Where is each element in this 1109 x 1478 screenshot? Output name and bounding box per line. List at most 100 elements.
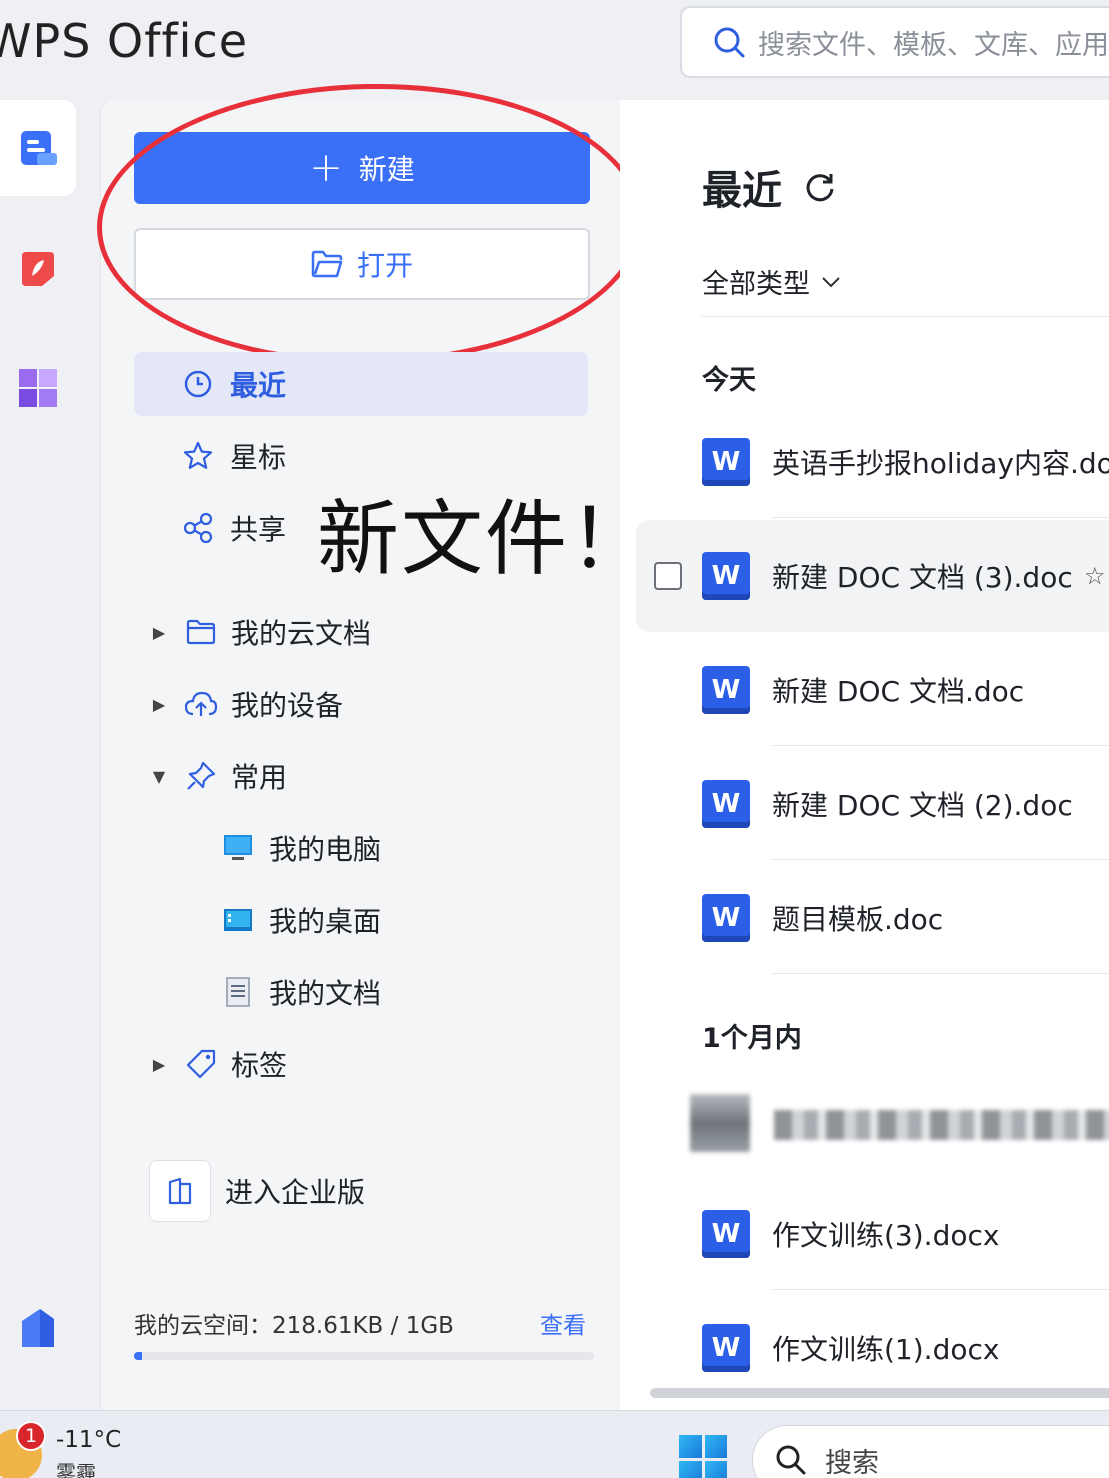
clock-icon: [180, 366, 216, 402]
word-file-icon: W: [702, 438, 750, 486]
word-file-icon: W: [702, 552, 750, 600]
taskbar-search-label: 搜索: [825, 1447, 879, 1478]
row-separator: [772, 859, 1109, 860]
row-separator: [772, 973, 1109, 974]
tag-icon: [183, 1046, 219, 1082]
word-file-icon: W: [702, 780, 750, 828]
tree-common[interactable]: ▼ 常用: [149, 746, 287, 806]
enterprise-label: 进入企业版: [225, 1176, 366, 1209]
common-my-desktop[interactable]: 我的桌面: [221, 890, 381, 950]
file-row[interactable]: W 新建 DOC 文档 (3).doc ☆: [636, 520, 1109, 632]
expand-arrow-icon[interactable]: ▶: [149, 1055, 169, 1074]
taskbar-search[interactable]: 搜索: [752, 1425, 1109, 1478]
temperature: -11°C: [56, 1427, 122, 1453]
cloud-drive-icon: [22, 1309, 54, 1347]
open-button[interactable]: 打开: [134, 228, 590, 300]
common-my-documents-label: 我的文档: [269, 977, 382, 1010]
new-button-label: 新建: [358, 153, 415, 186]
enterprise-entry[interactable]: 进入企业版: [149, 1160, 365, 1222]
pdf-app-icon: [22, 252, 54, 286]
file-name: 新建 DOC 文档 (3).doc: [772, 561, 1073, 594]
horizontal-scrollbar[interactable]: [650, 1388, 1109, 1398]
collapse-arrow-icon[interactable]: ▼: [149, 767, 169, 786]
chevron-down-icon: [822, 276, 840, 287]
file-row[interactable]: W 新建 DOC 文档.doc: [636, 634, 1109, 746]
expand-arrow-icon[interactable]: ▶: [149, 623, 169, 642]
storage-progress-fill: [134, 1352, 142, 1360]
nav-shared-label: 共享: [230, 513, 287, 546]
type-filter-dropdown[interactable]: 全部类型: [702, 262, 842, 301]
nav-starred-label: 星标: [230, 441, 287, 474]
blurred-file-row[interactable]: [690, 1094, 1109, 1160]
tree-cloud-docs-label: 我的云文档: [231, 617, 372, 650]
file-name: 作文训练(1).docx: [772, 1333, 1000, 1366]
common-my-desktop-label: 我的桌面: [269, 905, 382, 938]
main-panel: 最近 全部类型 今天 W 英语手抄报holiday内容.doc W 新建 DOC…: [620, 100, 1109, 1410]
word-file-icon: W: [702, 894, 750, 942]
blurred-file-name: [774, 1110, 1109, 1140]
apps-icon: [19, 369, 57, 407]
document-icon: [221, 975, 255, 1009]
search-input[interactable]: 搜索文件、模板、文库、应用: [680, 6, 1109, 78]
file-name: 新建 DOC 文档 (2).doc: [772, 789, 1073, 822]
file-row[interactable]: W 英语手抄报holiday内容.doc: [636, 406, 1109, 518]
word-file-icon: W: [702, 666, 750, 714]
tree-common-label: 常用: [231, 761, 288, 794]
storage-text: 我的云空间：218.61KB / 1GB: [134, 1313, 454, 1339]
file-row[interactable]: W 新建 DOC 文档 (2).doc: [636, 748, 1109, 860]
file-row[interactable]: W 题目模板.doc: [636, 862, 1109, 974]
divider: [702, 316, 1109, 317]
cloud-storage: 我的云空间：218.61KB / 1GB 查看: [134, 1306, 594, 1360]
folder-icon: [183, 614, 219, 650]
row-separator: [772, 1289, 1109, 1290]
row-checkbox[interactable]: [654, 562, 682, 590]
folder-open-icon: [311, 250, 343, 278]
refresh-icon[interactable]: [804, 171, 836, 203]
tree-devices[interactable]: ▶ 我的设备: [149, 674, 343, 734]
expand-arrow-icon[interactable]: ▶: [149, 695, 169, 714]
word-file-icon: W: [702, 1210, 750, 1258]
weather-condition: 雾霾: [56, 1461, 96, 1478]
rail-cloud[interactable]: [0, 1280, 76, 1376]
pin-icon: [183, 758, 219, 794]
file-name: 英语手抄报holiday内容.doc: [772, 447, 1109, 480]
search-placeholder: 搜索文件、模板、文库、应用: [758, 29, 1109, 61]
rail-docs[interactable]: [0, 100, 76, 196]
app-rail: [0, 100, 100, 1410]
storage-progress-bar: [134, 1352, 594, 1360]
enterprise-icon: [149, 1160, 211, 1222]
monitor-icon: [221, 831, 255, 865]
annotation-text: 新文件！: [317, 492, 654, 587]
plus-icon: +: [309, 145, 343, 191]
file-name: 题目模板.doc: [772, 903, 944, 936]
star-icon: [180, 438, 216, 474]
rail-pdf[interactable]: [0, 220, 76, 316]
common-my-computer[interactable]: 我的电脑: [221, 818, 381, 878]
tree-tags[interactable]: ▶ 标签: [149, 1034, 287, 1094]
star-icon[interactable]: ☆: [1084, 562, 1106, 590]
file-name: 新建 DOC 文档.doc: [772, 675, 1025, 708]
word-file-icon: W: [702, 1324, 750, 1372]
rail-apps[interactable]: [0, 340, 76, 436]
tree-cloud-docs[interactable]: ▶ 我的云文档: [149, 602, 371, 662]
windows-start-icon[interactable]: [679, 1435, 727, 1478]
sidebar: + 新建 打开 最近 星标 共享 新文件！ ▶ 我的云文档 ▶ 我的设备 ▼ 常…: [94, 79, 651, 1410]
notification-badge: 1: [16, 1421, 46, 1451]
nav-recent[interactable]: 最近: [134, 352, 588, 416]
storage-view-link[interactable]: 查看: [540, 1306, 586, 1340]
new-button[interactable]: + 新建: [134, 132, 590, 204]
share-icon: [180, 510, 216, 546]
blurred-thumbnail: [690, 1094, 750, 1152]
search-icon: [714, 27, 745, 58]
app-logo: WPS Office: [0, 14, 249, 68]
row-separator: [772, 517, 1109, 518]
cloud-upload-icon: [183, 686, 219, 722]
page-title: 最近: [702, 158, 836, 216]
tree-tags-label: 标签: [231, 1049, 288, 1082]
file-name: 作文训练(3).docx: [772, 1219, 1000, 1252]
docs-app-icon: [21, 131, 57, 165]
common-my-documents[interactable]: 我的文档: [221, 962, 381, 1022]
nav-recent-label: 最近: [230, 369, 287, 402]
file-row[interactable]: W 作文训练(3).docx: [636, 1178, 1109, 1290]
desktop-icon: [221, 903, 255, 937]
